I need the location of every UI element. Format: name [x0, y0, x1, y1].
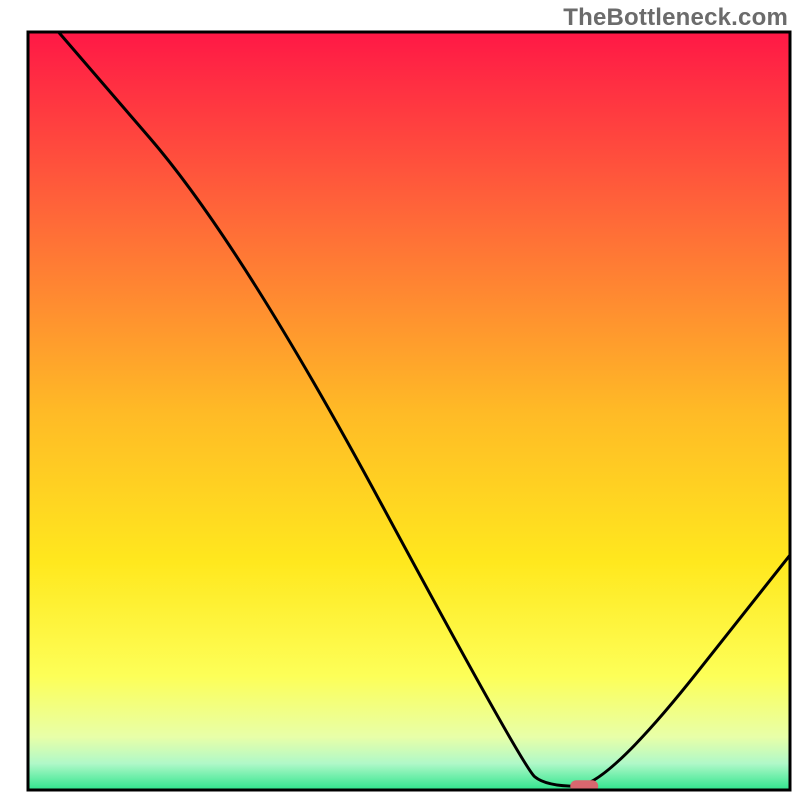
watermark-text: TheBottleneck.com	[563, 4, 788, 32]
bottleneck-chart	[0, 0, 800, 800]
gradient-background	[28, 32, 790, 790]
chart-container: TheBottleneck.com	[0, 0, 800, 800]
